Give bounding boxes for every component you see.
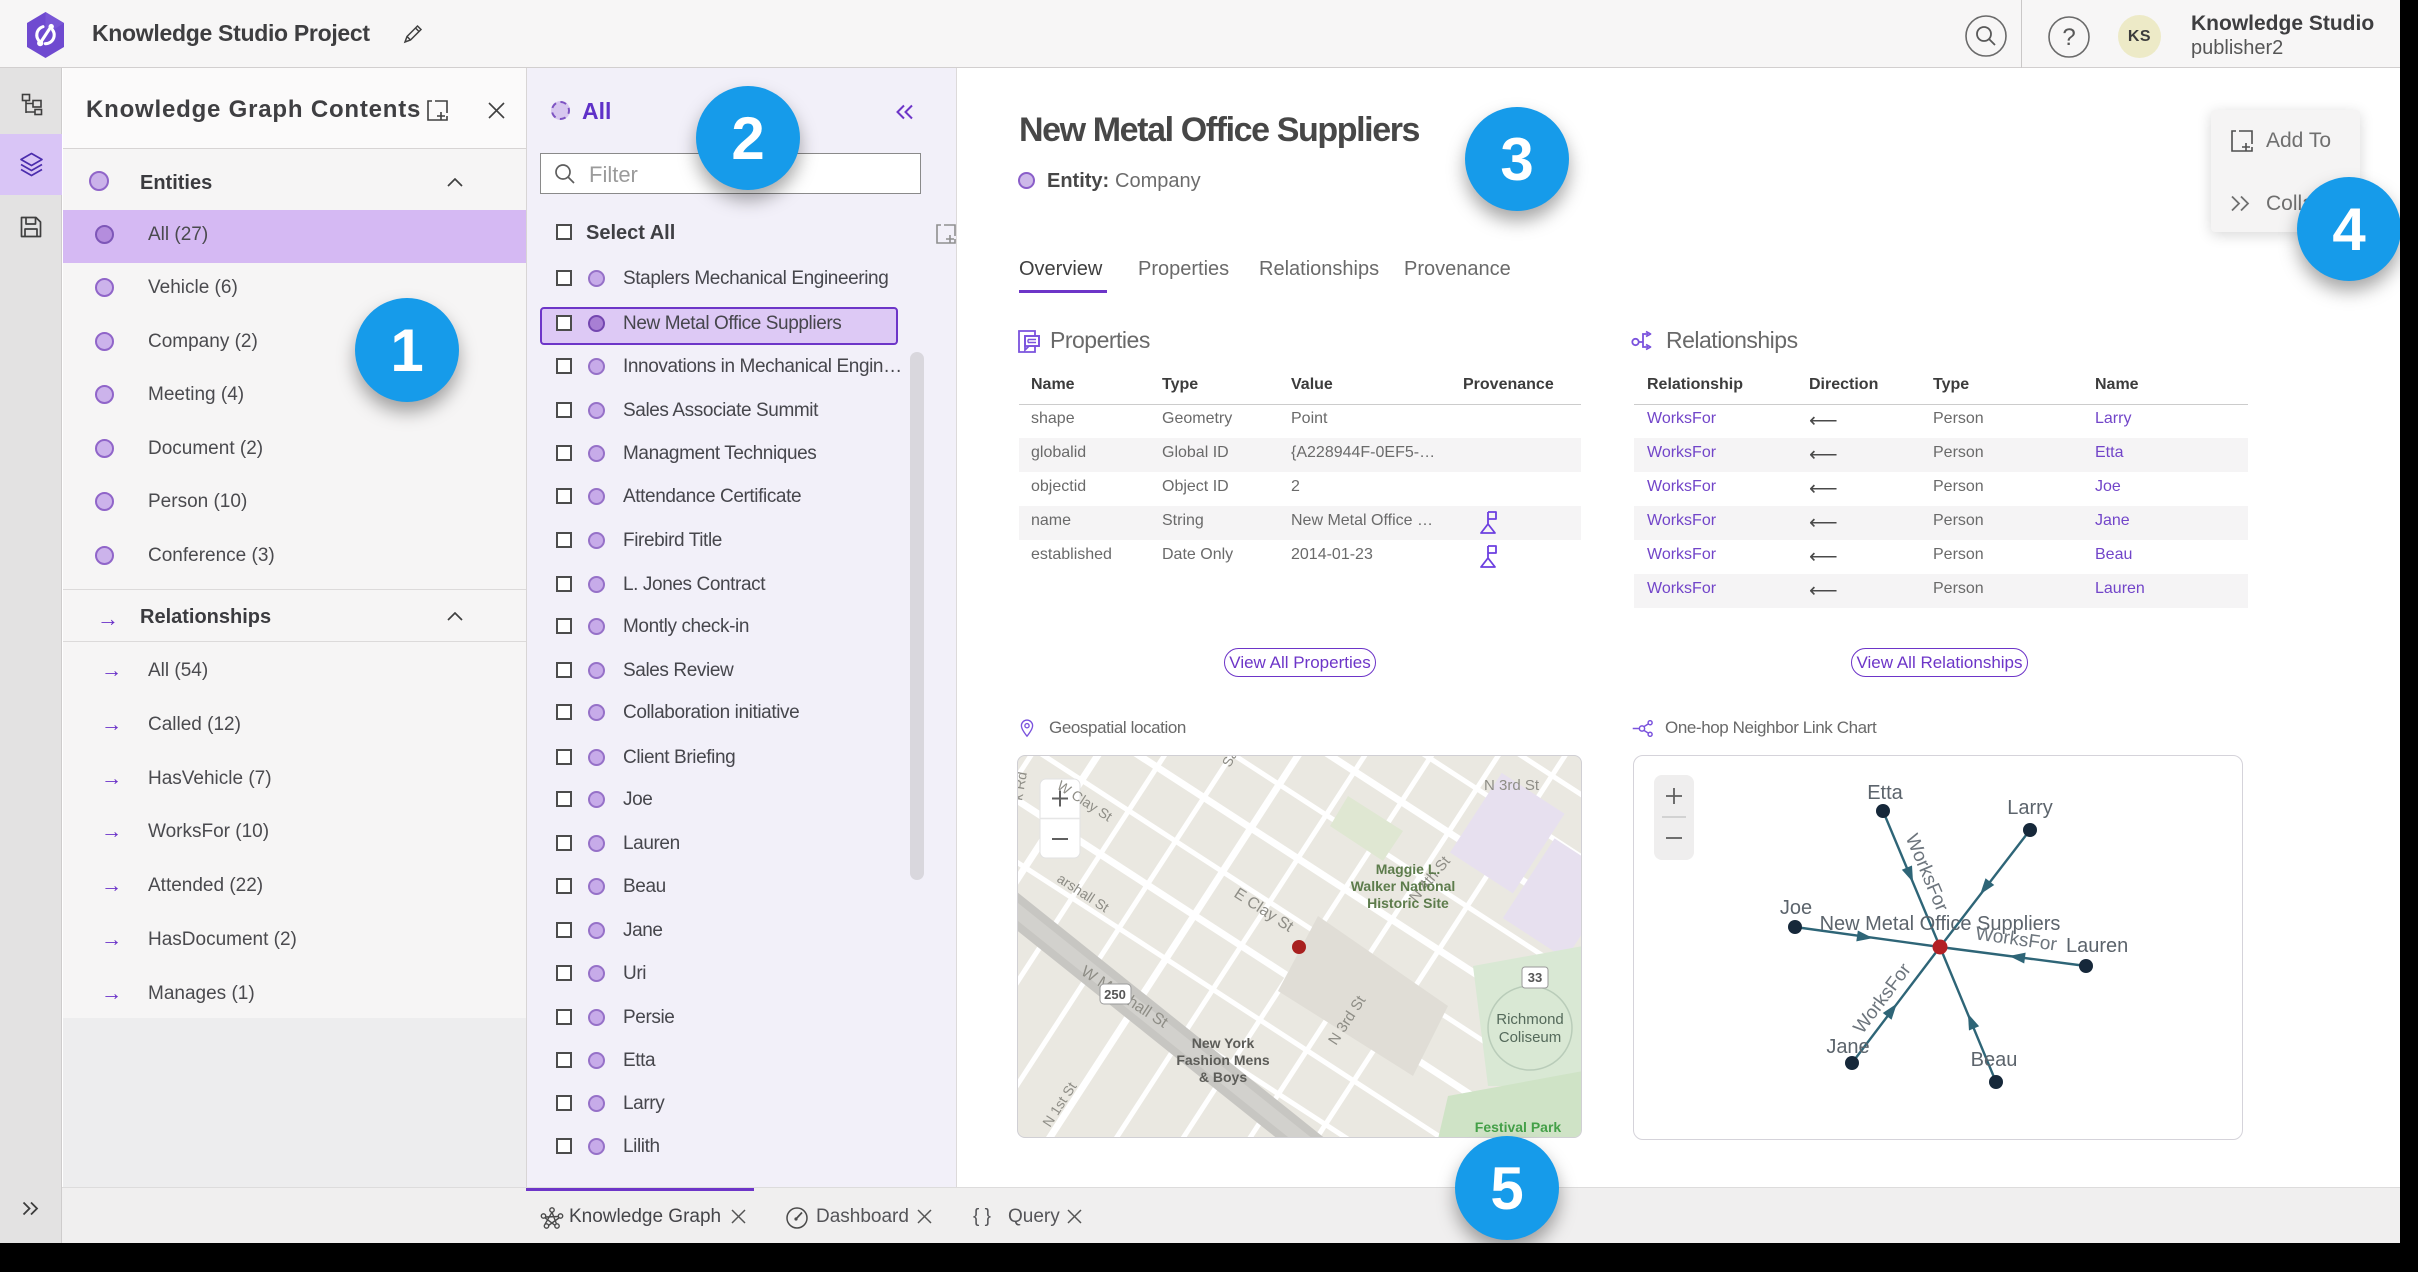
svg-text:Joe: Joe	[1780, 897, 1812, 919]
svg-text:Maggie L.: Maggie L.	[1376, 861, 1441, 877]
svg-text:& Boys: & Boys	[1199, 1069, 1247, 1085]
svg-text:k Rd: k Rd	[1018, 770, 1030, 801]
svg-text:Historic Site: Historic Site	[1367, 895, 1449, 911]
svg-text:250: 250	[1104, 987, 1126, 1002]
svg-text:?: ?	[2062, 24, 2075, 51]
svg-text:Richmond: Richmond	[1496, 1011, 1564, 1028]
svg-text:Etta: Etta	[1867, 782, 1903, 804]
svg-text:N 3rd St: N 3rd St	[1484, 777, 1540, 794]
svg-text:Coliseum: Coliseum	[1499, 1029, 1562, 1046]
svg-text:New York: New York	[1192, 1035, 1255, 1051]
svg-text:Fashion Mens: Fashion Mens	[1176, 1052, 1270, 1068]
svg-text:Lauren: Lauren	[2066, 935, 2128, 957]
svg-text:Jane: Jane	[1826, 1036, 1869, 1058]
svg-text:Larry: Larry	[2007, 797, 2053, 819]
svg-text:Walker National: Walker National	[1351, 878, 1456, 894]
svg-text:Festival Park: Festival Park	[1475, 1119, 1562, 1135]
svg-text:33: 33	[1528, 970, 1542, 985]
svg-text:Beau: Beau	[1971, 1049, 2018, 1071]
svg-text:WorksFor: WorksFor	[1850, 959, 1917, 1038]
